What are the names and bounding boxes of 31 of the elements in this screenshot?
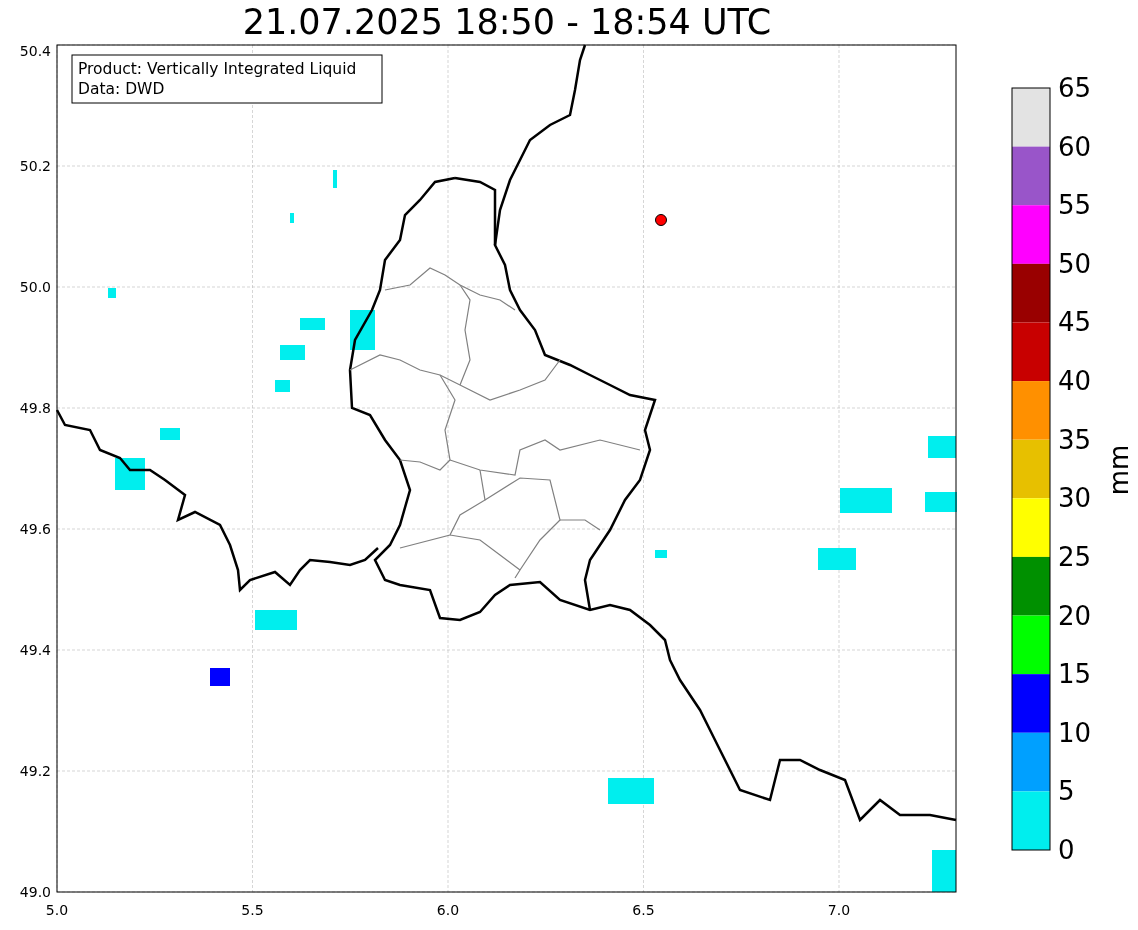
info-box: Product: Vertically Integrated Liquid Data: DWD	[71, 54, 383, 104]
colorbar-label: mm	[1104, 444, 1134, 496]
colorbar-tick-label: 35	[1058, 424, 1092, 455]
colorbar-tick-label: 0	[1058, 835, 1075, 865]
colorbar-tick-label: 20	[1058, 600, 1092, 631]
colorbar-tick-label: 25	[1058, 541, 1092, 572]
colorbar-tick-label: 30	[1058, 483, 1092, 514]
location-marker-icon	[655, 214, 667, 226]
colorbar-tick-label: 5	[1058, 776, 1075, 807]
x-tick-label: 6.5	[632, 902, 655, 918]
colorbar-tick-label: 50	[1058, 248, 1092, 279]
colorbar-tick-label: 55	[1058, 190, 1092, 221]
y-tick-label: 49.0	[19, 884, 51, 900]
chart-title: 21.07.2025 18:50 - 18:54 UTC	[242, 1, 772, 44]
x-tick-label: 5.0	[45, 902, 69, 918]
y-tick-label: 49.2	[19, 763, 51, 779]
colorbar-tick-label: 45	[1058, 307, 1092, 338]
colorbar-tick-label: 15	[1058, 659, 1092, 690]
y-tick-label: 50.0	[19, 279, 51, 295]
y-tick-label: 50.4	[19, 43, 51, 59]
y-tick-label: 50.2	[19, 158, 51, 174]
colorbar-tick-label: 65	[1058, 73, 1092, 103]
y-tick-label: 49.8	[19, 400, 51, 416]
x-tick-label: 5.5	[241, 902, 264, 918]
x-tick-label: 6.0	[436, 902, 460, 918]
colorbar-tick-label: 40	[1058, 366, 1092, 397]
colorbar-tick-label: 60	[1058, 131, 1092, 162]
colorbar-tick-label: 10	[1058, 717, 1092, 748]
y-tick-label: 49.6	[19, 521, 51, 537]
y-tick-label: 49.4	[19, 642, 51, 658]
x-tick-label: 7.0	[827, 902, 851, 918]
